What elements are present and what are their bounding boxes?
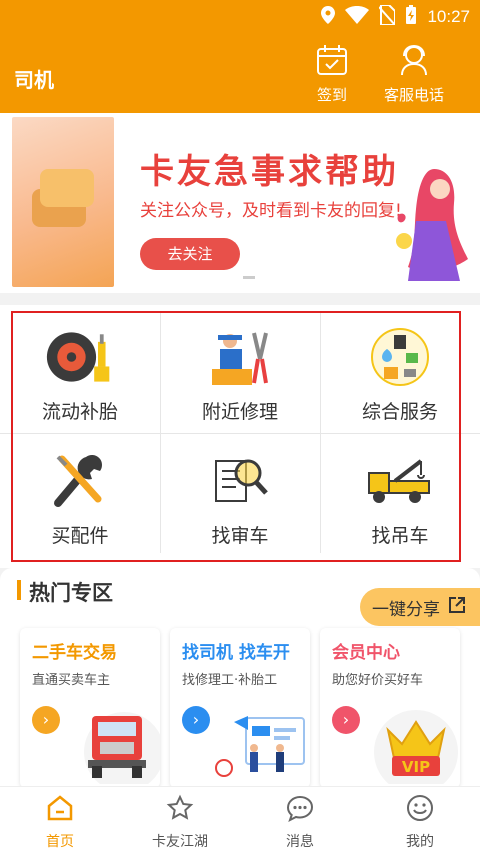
vip-crown-illustration: VIP [364, 698, 460, 788]
share-label: 一键分享 [372, 599, 440, 620]
card-subtitle: 找修理工·补胎工 [182, 673, 278, 688]
wifi-icon [345, 6, 370, 28]
customer-service-button[interactable]: 客服电话 [384, 44, 444, 105]
hot-zone-section: 热门专区 一键分享 二手车交易 直通买卖车主 › 找司机 找车开 找修理工·补胎… [0, 568, 480, 788]
nav-label: 卡友江湖 [152, 834, 208, 850]
customer-service-label: 客服电话 [384, 86, 445, 104]
bottom-navigation: 首页 卡友江湖 消息 我的 [0, 786, 480, 853]
section-marker [17, 580, 21, 600]
share-button[interactable]: 一键分享 [360, 588, 480, 626]
nav-profile[interactable]: 我的 [360, 787, 480, 853]
service-grid-highlight [11, 311, 461, 562]
star-icon [166, 794, 194, 826]
headset-icon [398, 44, 430, 80]
chevron-right-icon[interactable]: › [32, 706, 60, 734]
section-title: 热门专区 [29, 581, 113, 605]
svg-text:VIP: VIP [402, 758, 430, 776]
checkin-label: 签到 [316, 86, 347, 104]
card-title: 会员中心 [332, 643, 400, 663]
workers-illustration [210, 708, 310, 788]
hot-card-member-center[interactable]: 会员中心 助您好价买好车 › VIP [320, 628, 460, 788]
home-icon [46, 794, 74, 826]
nav-label: 我的 [406, 834, 434, 850]
service-grid: 流动补胎 附近修理 综合服务 买配件 找审车 找吊车 [0, 305, 480, 568]
banner-girl-illustration [386, 161, 468, 289]
banner-subtitle: 关注公众号，及时看到卡友的回复! [140, 201, 402, 221]
page-title: 司机 [14, 68, 54, 92]
nav-label: 消息 [286, 834, 314, 850]
card-title: 找司机 找车开 [182, 643, 290, 663]
card-subtitle: 助您好价买好车 [332, 673, 424, 688]
location-icon [321, 6, 336, 28]
nav-messages[interactable]: 消息 [240, 787, 360, 853]
share-icon [448, 596, 466, 619]
smiley-icon [406, 794, 434, 826]
banner-title: 卡友急事求帮助 [140, 152, 399, 192]
checkin-button[interactable]: 签到 [316, 44, 348, 105]
banner-left-illustration [12, 117, 114, 287]
chevron-right-icon[interactable]: › [182, 706, 210, 734]
app-header: 10:27 司机 签到 客服电话 [0, 0, 480, 113]
nav-label: 首页 [46, 834, 74, 850]
nav-community[interactable]: 卡友江湖 [120, 787, 240, 853]
follow-button[interactable]: 去关注 [140, 238, 240, 270]
status-bar: 10:27 [0, 0, 480, 32]
battery-icon [405, 5, 417, 29]
promo-banner[interactable]: 卡友急事求帮助 关注公众号，及时看到卡友的回复! 去关注 [0, 113, 480, 293]
card-title: 二手车交易 [32, 643, 117, 663]
hot-card-find-driver[interactable]: 找司机 找车开 找修理工·补胎工 › [170, 628, 310, 788]
calendar-check-icon [316, 44, 348, 80]
truck-illustration [68, 700, 160, 788]
chevron-right-icon[interactable]: › [332, 706, 360, 734]
card-subtitle: 直通买卖车主 [32, 673, 111, 688]
clock-time: 10:27 [427, 7, 470, 26]
hot-card-used-truck[interactable]: 二手车交易 直通买卖车主 › [20, 628, 160, 788]
carousel-indicator [243, 276, 255, 279]
chat-bubble-icon [286, 794, 314, 826]
nav-home[interactable]: 首页 [0, 787, 120, 853]
no-sim-icon [378, 4, 397, 29]
